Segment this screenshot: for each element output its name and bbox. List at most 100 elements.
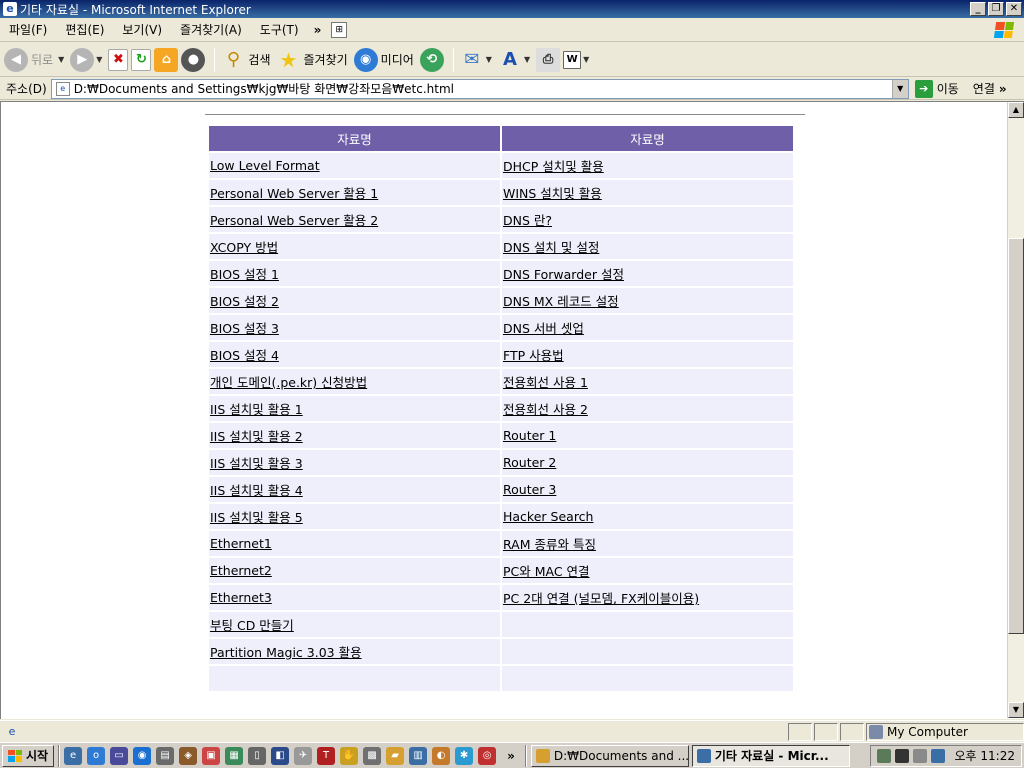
quicklaunch-app-icon[interactable]: ◈ <box>179 746 198 765</box>
mail-icon[interactable]: ✉ <box>460 48 484 72</box>
stop-icon[interactable]: ✖ <box>108 48 129 71</box>
resource-link[interactable]: Router 1 <box>503 428 556 443</box>
resource-link[interactable]: Hacker Search <box>503 509 593 524</box>
extension-icon[interactable]: ⊞ <box>331 21 348 38</box>
resource-link[interactable]: 부팅 CD 만들기 <box>210 618 294 633</box>
quicklaunch-chevron[interactable]: » <box>507 749 515 763</box>
quicklaunch-ie-icon[interactable]: e <box>64 746 83 765</box>
quicklaunch-app-icon[interactable]: ▤ <box>156 746 175 765</box>
resource-link[interactable]: RAM 종류와 특징 <box>503 537 596 552</box>
quicklaunch-app-icon[interactable]: ▥ <box>409 746 428 765</box>
resource-link[interactable]: PC 2대 연결 (널모뎀, FX케이블이용) <box>503 591 699 606</box>
minimize-button[interactable]: _ <box>970 2 986 16</box>
network-icon[interactable] <box>876 748 891 763</box>
task-explorer[interactable]: D:₩Documents and ... <box>530 744 689 767</box>
quicklaunch-app-icon[interactable]: ✈ <box>294 746 313 765</box>
search-button[interactable]: ⚲ 검색 <box>221 48 271 72</box>
resource-link[interactable]: Ethernet3 <box>210 590 272 605</box>
tray-app-icon[interactable] <box>912 748 927 763</box>
resource-link[interactable]: DNS MX 레코드 설정 <box>503 294 619 309</box>
scroll-up-arrow-icon[interactable]: ▲ <box>1008 102 1024 118</box>
resource-link[interactable]: DHCP 설치및 활용 <box>503 159 604 174</box>
start-button[interactable]: 시작 <box>2 744 55 767</box>
back-button[interactable]: ◀ 뒤로 <box>4 47 53 72</box>
resource-link[interactable]: IIS 설치및 활용 4 <box>210 483 303 498</box>
quicklaunch-app-icon[interactable]: ▣ <box>202 746 221 765</box>
resource-link[interactable]: Low Level Format <box>210 158 320 173</box>
resource-link[interactable]: BIOS 설정 2 <box>210 294 279 309</box>
history-icon[interactable]: ⟲ <box>419 47 444 72</box>
resource-link[interactable]: BIOS 설정 3 <box>210 321 279 336</box>
address-url[interactable]: D:₩Documents and Settings₩kjg₩바탕 화면₩강좌모음… <box>74 80 892 97</box>
menu-tools[interactable]: 도구(T) <box>251 21 308 38</box>
monitor-icon[interactable] <box>894 748 909 763</box>
edit-dropdown-icon[interactable]: ▼ <box>583 55 589 64</box>
go-button[interactable]: ➔ 이동 <box>914 79 959 98</box>
resource-link[interactable]: Ethernet2 <box>210 563 272 578</box>
font-dropdown-icon[interactable]: ▼ <box>524 55 530 64</box>
quicklaunch-app-icon[interactable]: T <box>317 746 336 765</box>
menu-file[interactable]: 파일(F) <box>0 21 56 38</box>
quicklaunch-app-icon[interactable]: ◐ <box>432 746 451 765</box>
close-button[interactable]: ✕ <box>1006 2 1022 16</box>
quicklaunch-app-icon[interactable]: ▩ <box>363 746 382 765</box>
print-icon[interactable]: ⎙ <box>536 47 561 72</box>
back-dropdown-icon[interactable]: ▼ <box>58 55 64 64</box>
toolbar-app-icon[interactable]: ● <box>181 47 206 72</box>
resource-link[interactable]: BIOS 설정 4 <box>210 348 279 363</box>
menu-view[interactable]: 보기(V) <box>113 21 171 38</box>
refresh-icon[interactable]: ↻ <box>131 48 152 71</box>
resource-link[interactable]: Router 2 <box>503 455 556 470</box>
favorites-button[interactable]: ★ 즐겨찾기 <box>277 48 348 72</box>
forward-arrow-icon[interactable]: ▶ <box>70 47 95 72</box>
resource-link[interactable]: FTP 사용법 <box>503 348 564 363</box>
links-chevron[interactable]: » <box>999 82 1007 96</box>
quicklaunch-outlook-icon[interactable]: o <box>87 746 106 765</box>
resource-link[interactable]: Personal Web Server 활용 1 <box>210 186 378 201</box>
edit-icon[interactable]: W <box>563 50 582 69</box>
address-input[interactable]: e D:₩Documents and Settings₩kjg₩바탕 화면₩강좌… <box>50 78 909 99</box>
quicklaunch-app-icon[interactable]: ◎ <box>478 746 497 765</box>
resource-link[interactable]: DNS Forwarder 설정 <box>503 267 624 282</box>
quicklaunch-messenger-icon[interactable]: ◉ <box>133 746 152 765</box>
mail-dropdown-icon[interactable]: ▼ <box>486 55 492 64</box>
resource-link[interactable]: IIS 설치및 활용 3 <box>210 456 303 471</box>
menu-overflow-chevron[interactable]: » <box>308 23 328 37</box>
resource-link[interactable]: 전용회선 사용 2 <box>503 402 588 417</box>
home-icon[interactable]: ⌂ <box>154 47 179 72</box>
resource-link[interactable]: IIS 설치및 활용 1 <box>210 402 303 417</box>
forward-dropdown-icon[interactable]: ▼ <box>96 55 102 64</box>
address-dropdown-icon[interactable]: ▼ <box>891 79 908 98</box>
quicklaunch-app-icon[interactable]: ✱ <box>455 746 474 765</box>
media-button[interactable]: ◉ 미디어 <box>353 47 414 72</box>
resource-link[interactable]: 전용회선 사용 1 <box>503 375 588 390</box>
resource-link[interactable]: WINS 설치및 활용 <box>503 186 602 201</box>
quicklaunch-app-icon[interactable]: ▦ <box>225 746 244 765</box>
resource-link[interactable]: DNS 설치 및 설정 <box>503 240 599 255</box>
maximize-button[interactable]: ❐ <box>988 2 1004 16</box>
links-button[interactable]: 연결 <box>973 80 995 97</box>
menu-edit[interactable]: 편집(E) <box>56 21 113 38</box>
font-size-icon[interactable]: A <box>498 48 522 72</box>
resource-link[interactable]: Router 3 <box>503 482 556 497</box>
quicklaunch-app-icon[interactable]: ✋ <box>340 746 359 765</box>
resource-link[interactable]: Personal Web Server 활용 2 <box>210 213 378 228</box>
resource-link[interactable]: IIS 설치및 활용 2 <box>210 429 303 444</box>
resource-link[interactable]: DNS 란? <box>503 213 552 228</box>
resource-link[interactable]: Ethernet1 <box>210 536 272 551</box>
resource-link[interactable]: DNS 서버 셋업 <box>503 321 584 336</box>
resource-link[interactable]: PC와 MAC 연결 <box>503 564 590 579</box>
resource-link[interactable]: Partition Magic 3.03 활용 <box>210 645 362 660</box>
resource-link[interactable]: IIS 설치및 활용 5 <box>210 510 303 525</box>
tray-app-icon[interactable] <box>930 748 945 763</box>
resource-link[interactable]: 개인 도메인(.pe.kr) 신청방법 <box>210 375 367 390</box>
scroll-thumb[interactable] <box>1008 238 1024 634</box>
vertical-scrollbar[interactable]: ▲ ▼ <box>1007 102 1024 718</box>
task-internet-explorer[interactable]: 기타 자료실 - Micr... <box>691 744 850 767</box>
quicklaunch-folder-icon[interactable]: ▰ <box>386 746 405 765</box>
menu-favorites[interactable]: 즐겨찾기(A) <box>171 21 251 38</box>
scroll-down-arrow-icon[interactable]: ▼ <box>1008 702 1024 718</box>
clock[interactable]: 오후 11:22 <box>955 747 1015 764</box>
resource-link[interactable]: BIOS 설정 1 <box>210 267 279 282</box>
quicklaunch-app-icon[interactable]: ◧ <box>271 746 290 765</box>
